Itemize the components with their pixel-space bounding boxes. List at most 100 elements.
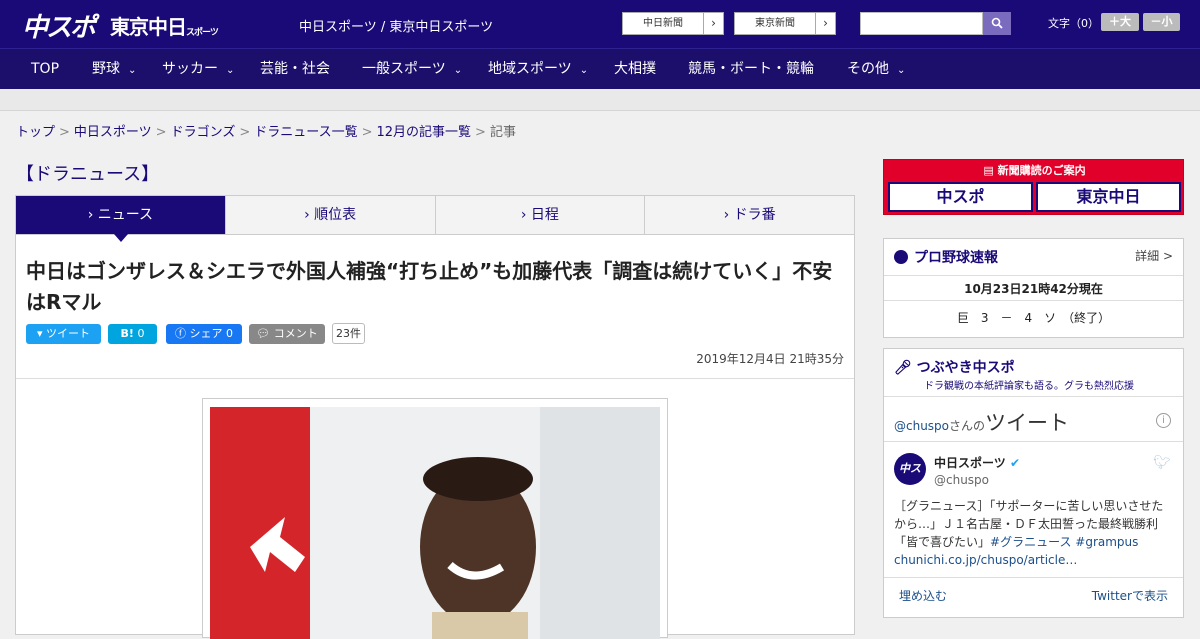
tokyo-chunichi-logo[interactable]: 東京中日スポーツ [110,11,219,40]
info-icon[interactable]: i [1156,413,1171,428]
player-photo [210,407,660,639]
tab-label: ニュース [97,207,154,223]
breadcrumb-separator: > [239,125,251,140]
font-smaller-button[interactable]: －小 [1143,13,1180,31]
tab-news[interactable]: › ニュース [16,196,226,242]
search-input[interactable] [860,12,983,35]
tokyo-chunichi-paper-link[interactable]: 東京中日 [1036,182,1181,212]
comment-button[interactable]: 💬︎ コメント [249,324,325,344]
nav-soccer[interactable]: サッカー ⌄ [162,49,234,89]
tab-dragons-reporter[interactable]: › ドラ番 [645,196,854,234]
tweets-by-handle[interactable]: @chuspo [894,419,949,433]
chevron-down-icon: ⌄ [897,65,906,76]
tab-label: 日程 [530,207,559,223]
nav-sumo[interactable]: 大相撲 [614,49,656,89]
baseball-score[interactable]: 巨 3 － 4 ソ （終了） [884,309,1183,326]
hatena-button[interactable]: B! 0 [108,324,157,344]
breadcrumb-current: 記事 [489,125,516,140]
baseball-detail-link[interactable]: 詳細 > [1135,247,1173,264]
chunichi-shimbun-label: 中日新聞 [643,18,683,29]
divider [884,577,1183,578]
chevron-right-icon: › [723,207,730,223]
nav-top[interactable]: TOP [31,49,59,89]
nav-label: その他 [847,61,889,77]
tweet-label: ツイート [46,327,91,340]
font-size-label: 文字（0） [1048,17,1099,30]
baseball-title-text: プロ野球速報 [914,250,998,266]
chuspo-logo[interactable]: 中スポ [22,7,96,44]
facebook-share-label: シェア 0 [189,327,234,340]
breadcrumb-separator: > [59,125,70,140]
breadcrumb-chuspo[interactable]: 中日スポーツ [74,125,152,140]
account-name-text: 中日スポーツ [934,456,1006,470]
breadcrumb-top[interactable]: トップ [16,125,55,140]
nav-label: 大相撲 [614,61,656,77]
comment-count: 23件 [332,323,365,344]
chunichi-shimbun-link[interactable]: 中日新聞 › [622,12,724,35]
breadcrumb-news-list[interactable]: ドラニュース一覧 [254,125,357,140]
twitter-icon: ▾ [36,327,47,340]
tweet-button[interactable]: ▾ ツイート [26,324,101,344]
chevron-right-icon: › [703,13,723,34]
tweet-hashtags[interactable]: #グラニュース #grampus [990,535,1138,549]
chevron-down-icon: ⌄ [128,65,137,76]
baseball-score-box: プロ野球速報 詳細 > 10月23日21時42分現在 巨 3 － 4 ソ （終了… [883,238,1184,338]
chevron-right-icon: › [87,207,94,223]
view-on-twitter-link[interactable]: Twitterで表示 [1092,587,1168,604]
chevron-right-icon: › [304,207,310,223]
tweets-by-suffix: さんの [949,419,986,433]
twitter-widget: 🎤︎ つぶやき中スポ ドラ観戦の本紙評論家も語る。グラも熱烈応援 @chuspo… [883,348,1184,618]
facebook-icon: ⓕ [175,327,190,340]
chevron-down-icon: ⌄ [579,65,589,76]
chevron-right-icon: › [520,207,527,223]
font-larger-button[interactable]: ＋大 [1101,13,1139,31]
nav-label: 野球 [92,61,120,77]
nav-local-sports[interactable]: 地域スポーツ ⌄ [488,49,588,89]
article-photo[interactable] [210,407,660,639]
avatar[interactable]: 中ス [894,453,926,485]
verified-icon: ✔ [1009,456,1021,470]
nav-other[interactable]: その他 ⌄ [847,49,905,89]
tweet-account-handle[interactable]: @chuspo [934,473,989,487]
tweet-link[interactable]: chunichi.co.jp/chuspo/article… [894,553,1077,567]
breadcrumb: トップ > 中日スポーツ > ドラゴンズ > ドラニュース一覧 >12月の記事一覧 > 記事 [16,121,516,140]
tweet-account-name[interactable]: 中日スポーツ ✔ [934,454,1020,471]
tweets-by-header: @chuspoさんのツイート [894,407,1069,437]
search-box [860,12,1011,35]
tokyo-shimbun-label: 東京新聞 [755,18,795,29]
breadcrumb-december[interactable]: 12月の記事一覧 [377,125,472,140]
chevron-down-icon: ⌄ [453,65,463,76]
nav-label: 競馬・ボート・競輪 [688,61,814,77]
chevron-right-icon: › [815,13,835,34]
divider [16,378,854,379]
subscribe-label: 新聞購読のご案内 [997,164,1086,177]
tab-schedule[interactable]: › 日程 [435,196,646,234]
twitter-bird-icon[interactable]: 🐦︎ [1153,455,1171,471]
comment-label: コメント [273,327,318,340]
search-button[interactable] [983,12,1011,35]
breadcrumb-dragons[interactable]: ドラゴンズ [171,125,236,140]
nav-label: TOP [31,61,60,77]
subscribe-banner[interactable]: ▤ 新聞購読のご案内 中スポ 東京中日 [883,159,1184,215]
nav-racing[interactable]: 競馬・ボート・競輪 [688,49,814,89]
embed-link[interactable]: 埋め込む [899,587,947,604]
tweets-by-label: ツイート [985,411,1070,435]
tokyo-shimbun-link[interactable]: 東京新聞 › [734,12,836,35]
nav-label: 芸能・社会 [260,61,330,77]
nav-spacer [0,89,1200,111]
chevron-down-icon: ⌄ [226,65,235,76]
tab-standings[interactable]: › 順位表 [225,196,436,234]
baseball-update-time: 10月23日21時42分現在 [884,275,1183,301]
nav-general-sports[interactable]: 一般スポーツ ⌄ [362,49,462,89]
facebook-share-button[interactable]: ⓕ シェア 0 [166,324,242,344]
nav-label: 一般スポーツ [362,61,446,77]
baseball-icon [894,250,908,264]
nav-baseball[interactable]: 野球 ⌄ [92,49,136,89]
tokyo-logo-small: スポーツ [186,28,219,38]
search-icon [991,17,1003,29]
divider [884,441,1183,442]
tsubuyaki-subtitle: ドラ観戦の本紙評論家も語る。グラも熱烈応援 [924,381,1134,392]
nav-label: サッカー [162,61,218,77]
nav-entertainment[interactable]: 芸能・社会 [260,49,330,89]
chuspo-paper-link[interactable]: 中スポ [888,182,1033,212]
